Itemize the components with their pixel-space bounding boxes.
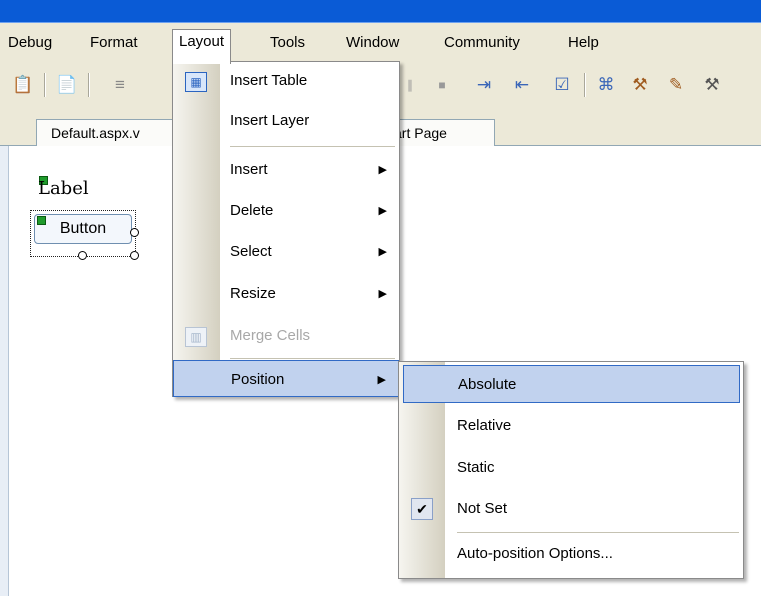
submenu-arrow-icon: ▶ [378,205,387,217]
submenu-item-relative[interactable]: Relative [399,406,743,446]
outdent-icon[interactable]: ⇤ [512,75,532,95]
server-explorer-icon[interactable]: ⌘ [596,75,616,95]
menu-item-insert-layer[interactable]: Insert Layer [173,102,399,140]
menu-item-label: Delete [230,202,274,219]
tab-start-page[interactable]: art Page [385,119,495,146]
submenu-arrow-icon: ▶ [378,164,387,176]
title-bar [0,0,761,23]
menu-window[interactable]: Window [340,31,405,55]
menu-community[interactable]: Community [438,31,526,55]
menu-item-label: Position [231,371,285,388]
toolbar-separator [44,73,46,97]
submenu-arrow-icon: ▶ [378,288,387,300]
menu-debug[interactable]: Debug [2,31,58,55]
menu-item-position[interactable]: Position ▶ [173,360,399,397]
menu-item-label: Auto-position Options... [457,545,613,562]
tools-icon[interactable]: ⚒ [702,75,722,95]
paste-icon[interactable]: 📋 [12,75,33,95]
menu-item-label: Relative [457,417,512,434]
layout-menu: ▦ Insert Table Insert Layer Insert ▶ Del… [172,61,400,397]
menu-item-insert[interactable]: Insert ▶ [173,151,399,189]
menu-item-label: Merge Cells [230,327,311,344]
submenu-arrow-icon: ▶ [378,246,387,258]
resize-handle[interactable] [78,251,87,260]
menu-tools[interactable]: Tools [264,31,311,55]
menu-item-label: Absolute [458,376,517,393]
merge-cells-icon: ▥ [185,327,207,347]
menu-layout[interactable]: Layout [172,29,232,64]
table-icon: ▦ [185,72,207,92]
split-icon[interactable]: ∥ [400,75,420,95]
properties-icon[interactable]: 📄 [56,75,77,95]
menu-item-label: Static [457,459,495,476]
menu-separator [230,358,395,359]
menu-item-merge-cells: ▥ Merge Cells [173,317,399,355]
menu-item-label: Resize [230,285,276,302]
toolbar-separator [584,73,586,97]
checkmark-icon: ✔ [411,498,433,520]
label-control[interactable]: Label [38,178,89,200]
menu-format[interactable]: Format [84,31,144,55]
macro-icon[interactable]: ✎ [666,75,686,95]
menu-item-delete[interactable]: Delete ▶ [173,192,399,230]
menu-help[interactable]: Help [562,31,605,55]
submenu-item-absolute[interactable]: Absolute [403,365,740,403]
editor-margin [0,146,9,596]
menu-item-label: Insert Layer [230,112,310,129]
menu-item-label: Not Set [457,500,508,517]
menu-item-label: Select [230,243,272,260]
menu-separator [457,532,739,533]
task-icon[interactable]: ☑ [552,75,572,95]
submenu-item-static[interactable]: Static [399,448,743,488]
stop-icon[interactable]: ■ [432,75,452,95]
toolbar-separator [88,73,90,97]
tab-label: art Page [394,125,447,141]
submenu-item-auto-position-options[interactable]: Auto-position Options... [399,534,743,574]
position-submenu: Absolute Relative Static ✔ Not Set Auto-… [398,361,744,579]
tab-label: Default.aspx.v [51,125,140,141]
resize-handle[interactable] [130,228,139,237]
menu-item-label: Insert [230,161,268,178]
control-marker-icon [37,216,46,225]
indent-icon[interactable]: ⇥ [474,75,494,95]
menu-item-label: Insert Table [230,72,308,89]
menu-item-insert-table[interactable]: ▦ Insert Table [173,62,399,100]
align-icon[interactable]: ≡ [110,75,130,95]
menu-bar: Debug Format Layout Tools Window Communi… [0,23,761,64]
submenu-arrow-icon: ▶ [377,374,386,386]
resize-handle[interactable] [130,251,139,260]
menu-item-select[interactable]: Select ▶ [173,233,399,271]
button-control[interactable]: Button [34,214,132,244]
submenu-item-not-set[interactable]: ✔ Not Set [399,489,743,529]
menu-separator [230,146,395,147]
menu-item-resize[interactable]: Resize ▶ [173,275,399,313]
toolbox-icon[interactable]: ⚒ [630,75,650,95]
